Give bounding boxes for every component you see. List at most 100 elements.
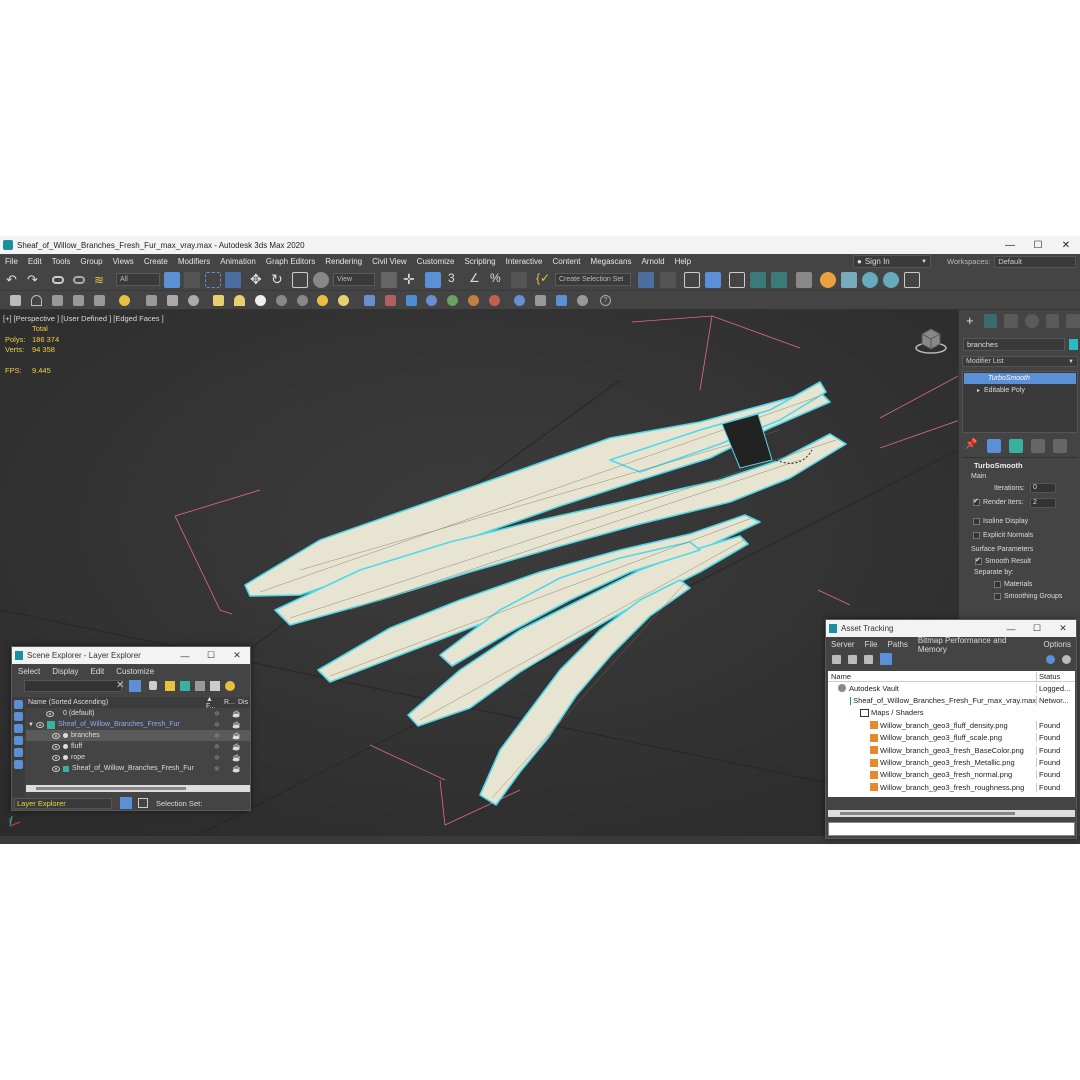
teapot-icon[interactable] <box>468 295 479 306</box>
layers-mode-icon[interactable] <box>120 797 132 809</box>
close-button[interactable]: ✕ <box>224 647 250 664</box>
move-to-layer-icon[interactable] <box>195 681 205 691</box>
make-unique-icon[interactable] <box>1009 439 1023 453</box>
asset-row[interactable]: Willow_branch_geo3_fresh_normal.png Foun… <box>828 769 1075 781</box>
lights-icon[interactable] <box>52 295 63 306</box>
forest-icon[interactable] <box>406 295 417 306</box>
scrollbar-thumb[interactable] <box>840 812 1015 815</box>
mirror-icon[interactable] <box>638 272 654 288</box>
menu-animation[interactable]: Animation <box>215 257 261 266</box>
isoline-display-checkbox[interactable] <box>973 518 980 525</box>
object-row[interactable]: fluff ❄ ☕ <box>26 741 250 752</box>
snaps-toggle-icon[interactable]: 3 <box>448 271 464 287</box>
lights-filter-icon[interactable] <box>14 724 23 733</box>
remove-modifier-icon[interactable] <box>1031 439 1045 453</box>
menu-arnold[interactable]: Arnold <box>636 257 669 266</box>
percent-snap-icon[interactable]: % <box>490 271 506 287</box>
horizontal-scrollbar[interactable] <box>26 785 250 792</box>
scale-icon[interactable] <box>292 272 308 288</box>
keyboard-shortcut-icon[interactable] <box>425 272 441 288</box>
viewport-label[interactable]: [+] [Perspective ] [User Defined ] [Edge… <box>3 314 164 323</box>
undo-icon[interactable]: ↶ <box>6 272 22 288</box>
paint-icon[interactable] <box>167 295 178 306</box>
freeze-icon[interactable]: ❄ <box>214 754 220 762</box>
render-iters-checkbox[interactable] <box>973 497 980 506</box>
clear-filter-icon[interactable]: ✕ <box>116 680 124 691</box>
visibility-eye-icon[interactable] <box>52 743 60 750</box>
hierarchy-mode-icon[interactable] <box>138 798 148 808</box>
stack-layers-icon[interactable] <box>210 681 220 691</box>
shapes-filter-icon[interactable] <box>14 712 23 721</box>
freeze-icon[interactable]: ❄ <box>214 765 220 773</box>
menu-server[interactable]: Server <box>826 640 860 649</box>
redo-icon[interactable]: ↷ <box>27 272 43 288</box>
explicit-normals-checkbox[interactable] <box>973 532 980 539</box>
rotate-icon[interactable]: ↻ <box>271 271 287 287</box>
dome-icon[interactable] <box>234 295 245 306</box>
refresh-icon[interactable] <box>1062 655 1071 664</box>
menu-rendering[interactable]: Rendering <box>320 257 367 266</box>
create-icon[interactable] <box>10 295 21 306</box>
expand-arrow-icon[interactable]: ▸ <box>977 387 980 394</box>
render-iterative-icon[interactable] <box>883 272 899 288</box>
stack-item-editable-poly[interactable]: ▸ Editable Poly <box>963 385 1077 396</box>
unlink-icon[interactable] <box>73 276 85 284</box>
create-tab-icon[interactable]: + <box>963 314 977 328</box>
asset-row[interactable]: Willow_branch_geo3_fresh_Metallic.png Fo… <box>828 756 1075 768</box>
visibility-eye-icon[interactable] <box>52 732 60 739</box>
align-icon[interactable] <box>660 272 676 288</box>
render-setup-icon[interactable] <box>820 272 836 288</box>
smooth-result-checkbox[interactable] <box>975 556 982 565</box>
object-name-field[interactable]: branches <box>963 338 1065 351</box>
geometry-filter-icon[interactable] <box>14 700 23 709</box>
col-status[interactable]: Status <box>1036 671 1074 681</box>
scatter-icon[interactable] <box>385 295 396 306</box>
menu-customize[interactable]: Customize <box>412 257 460 266</box>
layer-row[interactable]: 0 (default) ❄ ☕ <box>26 708 250 719</box>
tree-view-icon[interactable] <box>880 653 892 665</box>
visibility-eye-icon[interactable] <box>35 721 44 728</box>
display-tab-icon[interactable] <box>1045 314 1060 328</box>
shapes-icon[interactable] <box>31 295 42 306</box>
object-row[interactable]: Sheaf_of_Willow_Branches_Fresh_Fur ❄ ☕ <box>26 763 250 774</box>
asset-row[interactable]: Willow_branch_geo3_fresh_roughness.png F… <box>828 781 1075 793</box>
layers-icon[interactable] <box>180 681 190 691</box>
link-icon[interactable] <box>52 276 64 284</box>
menu-bitmap-performance[interactable]: Bitmap Performance and Memory <box>913 636 1039 654</box>
box-icon[interactable] <box>213 295 224 306</box>
modify-tab-icon[interactable] <box>983 314 998 328</box>
utilities-tab-icon[interactable] <box>1066 314 1080 328</box>
window-crossing-icon[interactable] <box>225 272 241 288</box>
menu-file[interactable]: File <box>860 640 883 649</box>
cone-icon[interactable] <box>276 295 287 306</box>
expand-arrow-icon[interactable]: ▼ <box>28 722 34 728</box>
rect-selection-icon[interactable] <box>205 272 221 288</box>
close-button[interactable]: ✕ <box>1052 236 1080 254</box>
bind-spacewarp-icon[interactable]: ≋ <box>94 273 110 289</box>
asset-row[interactable]: Maps / Shaders <box>828 707 1075 719</box>
maximize-button[interactable]: ☐ <box>1024 236 1052 254</box>
freeze-icon[interactable]: ❄ <box>214 721 220 729</box>
grid-icon[interactable] <box>364 295 375 306</box>
ref-coord-dropdown[interactable]: View <box>333 273 375 286</box>
freeze-icon[interactable]: ❄ <box>214 710 220 718</box>
path-input[interactable] <box>828 822 1075 836</box>
scene-explorer-icon[interactable] <box>684 272 700 288</box>
modifier-list-dropdown[interactable]: Modifier List ▼ <box>962 356 1078 367</box>
materials-checkbox[interactable] <box>994 581 1001 588</box>
material-editor-icon[interactable] <box>796 272 812 288</box>
visibility-eye-icon[interactable] <box>46 710 54 717</box>
selection-filter-dropdown[interactable]: All <box>116 273 160 286</box>
layer-explorer-icon[interactable] <box>705 272 721 288</box>
spinner-snap-icon[interactable] <box>511 272 527 288</box>
object-row[interactable]: rope ❄ ☕ <box>26 752 250 763</box>
asset-row[interactable]: Willow_branch_geo3_fluff_scale.png Found <box>828 732 1075 744</box>
maximize-button[interactable]: ☐ <box>198 647 224 664</box>
menu-file[interactable]: File <box>0 257 23 266</box>
lock-icon[interactable] <box>149 681 157 690</box>
menu-edit[interactable]: Edit <box>23 257 47 266</box>
asset-row[interactable]: Willow_branch_geo3_fresh_BaseColor.png F… <box>828 744 1075 756</box>
menu-scripting[interactable]: Scripting <box>459 257 500 266</box>
col-name[interactable]: Name (Sorted Ascending) <box>28 699 206 706</box>
curve-editor-icon[interactable] <box>750 272 766 288</box>
